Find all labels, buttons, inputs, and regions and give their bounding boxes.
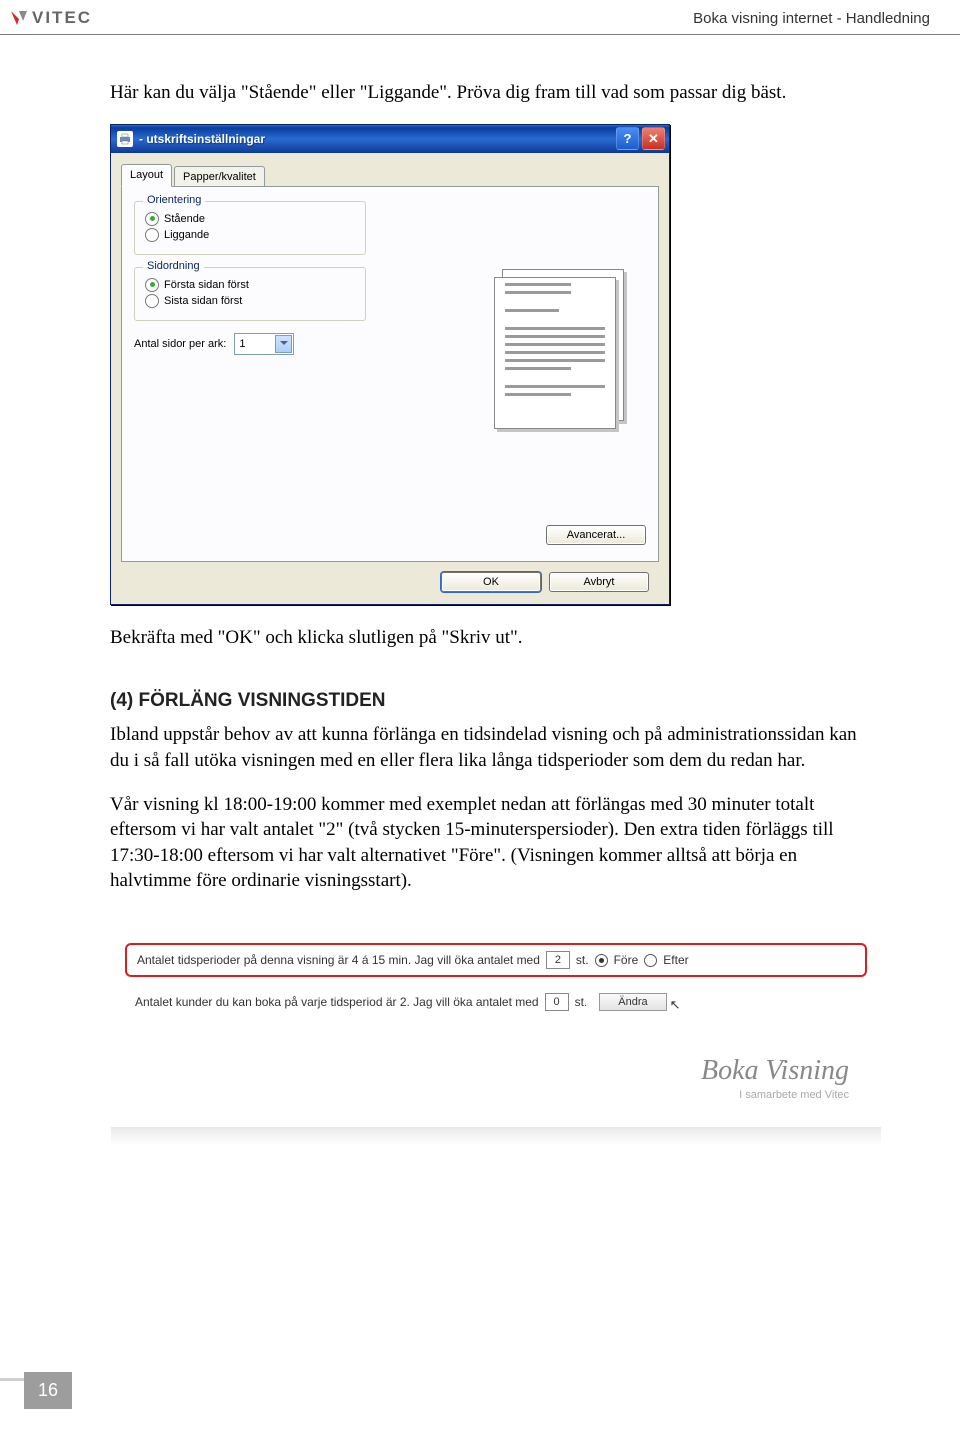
section-p2: Vår visning kl 18:00-19:00 kommer med ex… [110,792,880,895]
admin-panel-figure: Antalet tidsperioder på denna visning är… [110,912,882,1146]
pages-per-sheet-select[interactable]: 1 [234,333,294,355]
label-before: Före [614,953,639,967]
radio-icon [145,212,159,226]
orientation-legend: Orientering [143,194,205,206]
ok-button[interactable]: OK [441,572,541,592]
periods-input[interactable]: 2 [546,951,570,969]
tab-paper-quality[interactable]: Papper/kvalitet [174,166,265,187]
pages-per-sheet-label: Antal sidor per ark: [134,338,226,350]
periods-text-a: Antalet tidsperioder på denna visning är… [137,953,540,967]
extend-customers-row: Antalet kunder du kan boka på varje tids… [125,989,867,1015]
help-button[interactable]: ? [616,127,639,150]
radio-last-page-first[interactable]: Sista sidan först [145,294,355,308]
radio-icon [145,278,159,292]
dialog-titlebar: - utskriftsinställningar ? ✕ [111,125,669,153]
page-order-legend: Sidordning [143,260,204,272]
customers-text-b: st. [575,995,588,1009]
panel-shadow [111,1127,881,1145]
cancel-button[interactable]: Avbryt [549,572,649,592]
radio-after[interactable] [644,954,657,967]
confirm-paragraph: Bekräfta med "OK" och klicka slutligen p… [110,625,880,651]
orientation-group: Orientering Stående Liggande [134,201,366,255]
dialog-title: - utskriftsinställningar [139,132,610,146]
print-settings-dialog: - utskriftsinställningar ? ✕ Layout Papp… [110,124,670,605]
printer-icon [117,131,133,147]
chevron-down-icon [275,335,292,353]
section-p1: Ibland uppstår behov av att kunna förlän… [110,722,880,773]
change-button[interactable]: Ändra [599,993,666,1011]
page-number: 16 [24,1372,72,1409]
boka-visning-logo: Boka Visning [701,1055,849,1087]
radio-before[interactable] [595,954,608,967]
vitec-logo: VITEC [10,8,92,28]
section-heading: (4) FÖRLÄNG VISNINGSTIDEN [110,690,880,712]
radio-label: Liggande [164,229,209,241]
logo-mark-icon [10,9,28,27]
periods-text-b: st. [576,953,589,967]
close-button[interactable]: ✕ [642,127,665,150]
radio-portrait[interactable]: Stående [145,212,355,226]
radio-label: Första sidan först [164,279,249,291]
extend-periods-row: Antalet tidsperioder på denna visning är… [125,943,867,977]
page-order-group: Sidordning Första sidan först Sista sida… [134,267,366,321]
page-preview [488,265,628,435]
tab-strip: Layout Papper/kvalitet [121,164,659,187]
radio-icon [145,294,159,308]
boka-visning-subtitle: I samarbete med Vitec [739,1089,849,1101]
page-header: VITEC Boka visning internet - Handlednin… [0,0,960,35]
advanced-button[interactable]: Avancerat... [546,525,646,545]
radio-icon [145,228,159,242]
label-after: Efter [663,953,688,967]
radio-first-page-first[interactable]: Första sidan först [145,278,355,292]
customers-input[interactable]: 0 [545,993,569,1011]
radio-label: Stående [164,213,205,225]
logo-text: VITEC [32,8,92,28]
radio-label: Sista sidan först [164,295,242,307]
intro-paragraph: Här kan du välja "Stående" eller "Liggan… [110,80,880,106]
radio-landscape[interactable]: Liggande [145,228,355,242]
tab-panel-layout: Orientering Stående Liggande Sidordning [121,186,659,562]
select-value: 1 [239,338,245,350]
cursor-icon: ↖ [670,997,681,1013]
customers-text-a: Antalet kunder du kan boka på varje tids… [135,995,539,1009]
doc-title: Boka visning internet - Handledning [693,10,930,27]
tab-layout[interactable]: Layout [121,164,172,187]
